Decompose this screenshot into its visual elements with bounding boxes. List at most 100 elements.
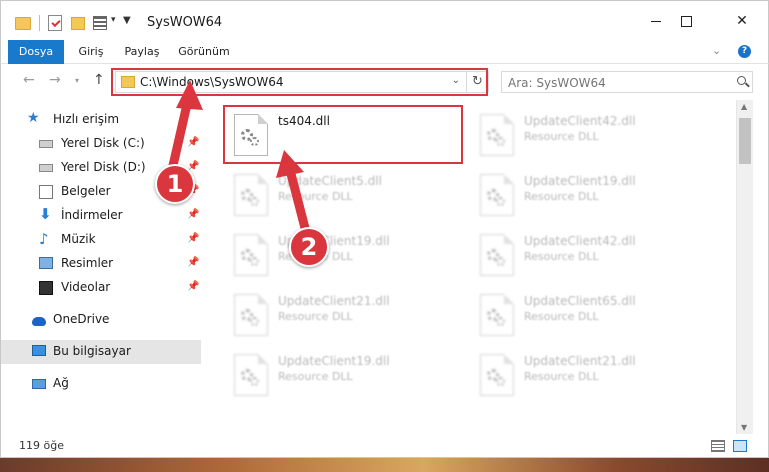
new-folder-icon[interactable] — [71, 17, 85, 30]
sidebar-item-label: Resimler — [61, 256, 114, 270]
maximize-button[interactable] — [663, 1, 709, 41]
status-bar: 119 öğe — [0, 434, 769, 458]
address-bar[interactable]: C:\Windows\SysWOW64 ⌄ — [115, 71, 467, 93]
title-bar: ▾ ▼ SysWOW64 ✕ — [0, 0, 769, 40]
ribbon-expand-icon[interactable]: ⌄ — [712, 44, 721, 57]
file-name: UpdateClient21.dll — [278, 294, 390, 308]
dll-file-icon — [234, 114, 268, 156]
file-type: Resource DLL — [524, 190, 599, 203]
up-button[interactable]: ↑ — [93, 72, 105, 88]
sidebar-item-this-pc[interactable]: Bu bilgisayar — [1, 340, 201, 364]
pin-icon[interactable]: 📌 — [187, 209, 199, 220]
list-item[interactable]: UpdateClient42.dll Resource DLL — [474, 226, 714, 284]
list-item[interactable]: UpdateClient19.dll Resource DLL — [228, 226, 468, 284]
dll-file-icon — [480, 234, 514, 276]
file-name: UpdateClient42.dll — [524, 114, 636, 128]
drive-icon — [39, 164, 53, 172]
search-icon[interactable] — [737, 76, 746, 85]
list-item[interactable]: UpdateClient21.dll Resource DLL — [228, 286, 468, 344]
sidebar-item-label: Yerel Disk (D:) — [61, 160, 146, 174]
file-name: UpdateClient65.dll — [524, 294, 636, 308]
file-list: ts404.dll UpdateClient42.dll Resource DL… — [206, 100, 736, 434]
navigation-pane: ★ Hızlı erişim Yerel Disk (C:) 📌 Yerel D… — [0, 100, 206, 434]
sidebar-item-label: Bu bilgisayar — [53, 344, 131, 358]
file-type: Resource DLL — [278, 190, 353, 203]
pin-icon[interactable]: 📌 — [187, 257, 199, 268]
file-item-ts404[interactable]: ts404.dll — [228, 106, 468, 164]
tab-share[interactable]: Paylaş — [119, 40, 165, 64]
sidebar-item-pictures[interactable]: Resimler 📌 — [1, 252, 201, 276]
scroll-down-icon[interactable]: ▼ — [741, 423, 747, 432]
sidebar-item-label: Müzik — [61, 232, 96, 246]
dll-file-icon — [234, 234, 268, 276]
file-type: Resource DLL — [278, 370, 353, 383]
sidebar-item-label: OneDrive — [53, 312, 110, 326]
sidebar-item-downloads[interactable]: ⬇ İndirmeler 📌 — [1, 204, 201, 228]
dll-file-icon — [480, 114, 514, 156]
dll-file-icon — [234, 294, 268, 336]
recent-locations-button[interactable]: ▾ — [75, 76, 79, 85]
file-type: Resource DLL — [524, 250, 599, 263]
tab-home[interactable]: Giriş — [71, 40, 111, 64]
sidebar-item-label: Ağ — [53, 376, 69, 390]
properties-icon[interactable] — [48, 15, 62, 31]
sidebar-item-quick-access[interactable]: ★ Hızlı erişim — [1, 108, 201, 132]
view-icon[interactable] — [93, 16, 107, 30]
sidebar-item-music[interactable]: ♪ Müzik 📌 — [1, 228, 201, 252]
dll-file-icon — [234, 354, 268, 396]
sidebar-item-network[interactable]: Ağ — [1, 372, 201, 396]
desktop-background — [0, 458, 769, 472]
scroll-thumb[interactable] — [739, 118, 751, 164]
file-name: UpdateClient21.dll — [524, 354, 636, 368]
sidebar-item-onedrive[interactable]: OneDrive — [1, 308, 201, 332]
documents-icon — [39, 185, 53, 199]
pin-icon[interactable]: 📌 — [187, 137, 199, 148]
search-input[interactable] — [508, 74, 728, 91]
folder-icon — [121, 76, 135, 88]
sidebar-item-local-disk-c[interactable]: Yerel Disk (C:) 📌 — [1, 132, 201, 156]
customize-toolbar-icon[interactable]: ▼ — [123, 15, 131, 33]
search-box[interactable] — [501, 71, 753, 93]
scroll-up-icon[interactable]: ▲ — [741, 102, 747, 111]
tab-file[interactable]: Dosya — [8, 40, 64, 64]
file-type: Resource DLL — [278, 310, 353, 323]
large-icons-view-icon[interactable] — [733, 440, 747, 452]
maximize-icon — [680, 15, 692, 27]
list-item[interactable]: UpdateClient42.dll Resource DLL — [474, 106, 714, 164]
pin-icon[interactable]: 📌 — [187, 233, 199, 244]
item-count: 119 öğe — [19, 439, 64, 452]
address-path[interactable]: C:\Windows\SysWOW64 — [140, 75, 284, 89]
vertical-scrollbar[interactable]: ▲ ▼ — [736, 100, 753, 434]
step-2-badge: 2 — [289, 227, 329, 267]
list-item[interactable]: UpdateClient5.dll Resource DLL — [228, 166, 468, 224]
dll-file-icon — [480, 354, 514, 396]
this-pc-icon — [32, 345, 46, 356]
tab-view[interactable]: Görünüm — [171, 40, 237, 64]
folder-icon[interactable] — [15, 17, 31, 30]
forward-button[interactable]: → — [49, 72, 61, 88]
onedrive-icon — [32, 317, 46, 326]
help-icon[interactable]: ? — [738, 45, 751, 58]
step-1-badge: 1 — [155, 164, 195, 204]
sidebar-item-label: Yerel Disk (C:) — [61, 136, 145, 150]
list-item[interactable]: UpdateClient19.dll Resource DLL — [474, 166, 714, 224]
sidebar-item-videos[interactable]: Videolar 📌 — [1, 276, 201, 300]
pin-icon[interactable]: 📌 — [187, 281, 199, 292]
refresh-button[interactable]: ↻ — [467, 71, 489, 93]
window-title: SysWOW64 — [147, 15, 223, 30]
list-item[interactable]: UpdateClient19.dll Resource DLL — [228, 346, 468, 404]
file-type: Resource DLL — [524, 310, 599, 323]
file-name: UpdateClient5.dll — [278, 174, 382, 188]
close-button[interactable]: ✕ — [719, 1, 765, 41]
sidebar-item-label: Belgeler — [61, 184, 111, 198]
view-dropdown-icon[interactable]: ▾ — [111, 15, 116, 33]
address-dropdown-icon[interactable]: ⌄ — [452, 75, 460, 86]
list-item[interactable]: UpdateClient65.dll Resource DLL — [474, 286, 714, 344]
toolbar-divider — [39, 15, 40, 31]
back-button[interactable]: ← — [23, 72, 35, 88]
file-name: UpdateClient42.dll — [524, 234, 636, 248]
pictures-icon — [39, 257, 53, 269]
window-edge — [753, 100, 769, 434]
list-item[interactable]: UpdateClient21.dll Resource DLL — [474, 346, 714, 404]
details-view-icon[interactable] — [711, 440, 725, 452]
